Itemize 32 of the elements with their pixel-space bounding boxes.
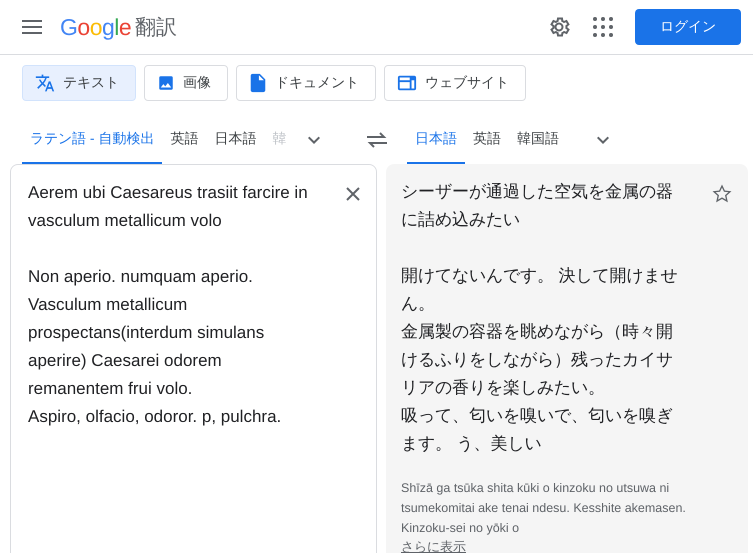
translate-icon bbox=[35, 73, 55, 93]
star-icon[interactable] bbox=[712, 184, 732, 204]
source-text: Aerem ubi Caesareus trasiit farcire in vasculum metallicum volo bbox=[28, 182, 309, 232]
language-tab[interactable]: 韓国語 bbox=[508, 115, 567, 164]
product-name: 翻訳 bbox=[135, 15, 178, 41]
language-tab[interactable]: 日本語 bbox=[206, 115, 264, 164]
image-icon bbox=[157, 74, 175, 92]
language-tab[interactable]: 英語 bbox=[162, 115, 206, 164]
mode-tab[interactable]: ドキュメント bbox=[236, 65, 376, 101]
translated-text: シーザーが通過した空気を金属の器に詰め込みたい bbox=[401, 181, 674, 231]
mode-tab[interactable]: ウェブサイト bbox=[384, 65, 526, 101]
document-icon bbox=[249, 73, 267, 93]
language-tab[interactable]: ラテン語 - 自動検出 bbox=[22, 115, 162, 164]
menu-icon[interactable] bbox=[22, 20, 42, 34]
source-text-panel[interactable] bbox=[10, 164, 377, 553]
translated-text: 開けてないんです。 決して開けません。 bbox=[401, 265, 679, 315]
mode-tab[interactable]: テキスト bbox=[22, 65, 136, 101]
translated-text: 金属製の容器を眺めながら（時々開けるふりをしながら）残ったカイサリアの香りを楽しみたい。 bbox=[401, 321, 674, 399]
source-text: Aspiro, olfacio, odoror. p, pulchra. bbox=[28, 406, 282, 428]
login-button[interactable]: ログイン bbox=[635, 9, 741, 45]
website-icon bbox=[397, 74, 417, 92]
close-icon[interactable] bbox=[346, 187, 360, 201]
translated-text: 吸って、匂いを嗅いで、匂いを嗅ぎます。 う、美しい bbox=[401, 405, 674, 455]
mode-tab[interactable]: 画像 bbox=[144, 65, 228, 101]
show-more-link[interactable]: さらに表示 bbox=[401, 538, 466, 553]
romanization-text: Shīzā ga tsūka shita kūki o kinzoku no utsuwa ni tsumekomitai ake tenai ndesu. Kesshite akemasen. Kinzoku-sei no yōki o bbox=[401, 480, 687, 537]
logo[interactable]: Google bbox=[60, 14, 132, 40]
source-text: Vasculum metallicum prospectans(interdum simulans aperire) Caesarei odorem remanentem frui volo. bbox=[28, 294, 266, 400]
language-tab[interactable]: 英語 bbox=[464, 115, 509, 164]
source-text: Non aperio. numquam aperio. bbox=[28, 266, 254, 288]
apps-grid-icon[interactable] bbox=[591, 15, 615, 39]
swap-icon[interactable] bbox=[366, 130, 388, 148]
